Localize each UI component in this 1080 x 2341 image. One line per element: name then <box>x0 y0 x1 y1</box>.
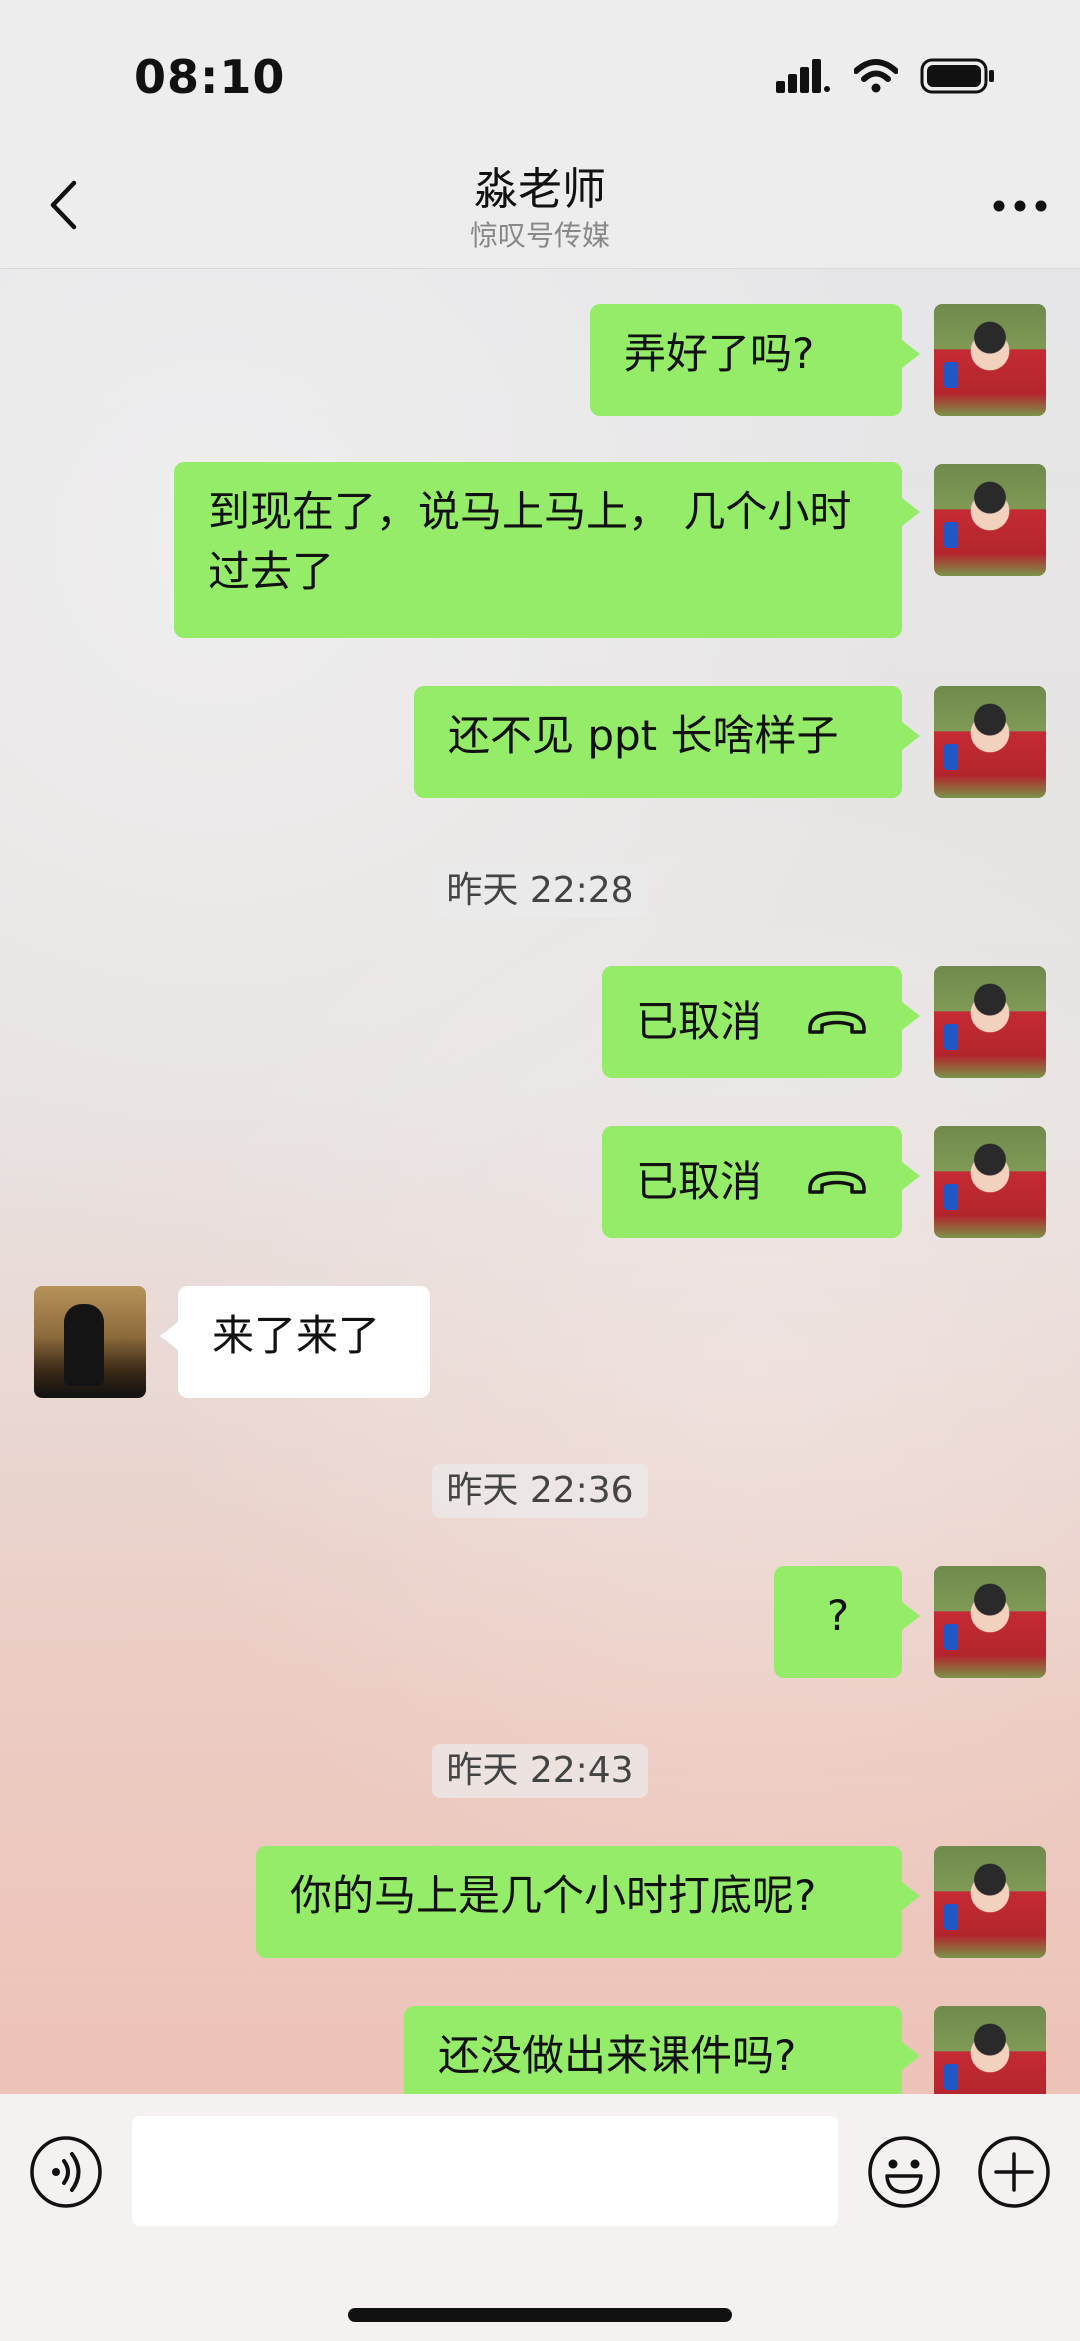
my-avatar[interactable] <box>934 966 1046 1078</box>
message-bubble[interactable]: 你的马上是几个小时打底呢? <box>256 1846 920 1958</box>
chat-area[interactable]: 弄好了吗? 到现在了，说马上马上， 几个小时过去了 还不见 ppt 长啥样子 昨… <box>0 268 1080 2094</box>
timestamp: 昨天 22:43 <box>0 1744 1080 1798</box>
more-functions-button[interactable] <box>976 2134 1052 2210</box>
more-icon <box>993 200 1047 212</box>
voice-button[interactable] <box>28 2134 104 2210</box>
call-record-bubble[interactable]: 已取消 <box>602 966 920 1078</box>
top-bar: 08:10 淼老师 惊叹号传媒 <box>0 0 1080 269</box>
call-record-bubble[interactable]: 已取消 <box>602 1126 920 1238</box>
message-text: 还没做出来课件吗? <box>438 2031 797 2080</box>
home-indicator[interactable] <box>348 2308 732 2322</box>
call-status-text: 已取消 <box>636 997 763 1046</box>
message-input[interactable] <box>132 2116 838 2226</box>
contact-avatar[interactable] <box>34 1286 146 1398</box>
message-bubble[interactable]: 还没做出来课件吗? <box>404 2006 920 2094</box>
my-avatar[interactable] <box>934 2006 1046 2094</box>
message-text: 你的马上是几个小时打底呢? <box>290 1871 817 1920</box>
my-avatar[interactable] <box>934 304 1046 416</box>
voice-icon <box>30 2136 102 2208</box>
chevron-left-icon <box>50 180 77 230</box>
battery-icon <box>920 58 994 94</box>
message-bubble[interactable]: 弄好了吗? <box>590 304 920 416</box>
phone-hangup-icon <box>808 1171 866 1194</box>
my-avatar[interactable] <box>934 686 1046 798</box>
more-button[interactable] <box>990 186 1050 226</box>
back-button[interactable] <box>38 170 88 240</box>
plus-icon <box>978 2136 1050 2208</box>
status-icons <box>776 58 996 94</box>
wifi-icon <box>854 59 898 93</box>
my-avatar[interactable] <box>934 1566 1046 1678</box>
timestamp-text: 昨天 22:36 <box>432 1464 648 1518</box>
emoji-icon <box>868 2136 940 2208</box>
call-status-text: 已取消 <box>636 1157 763 1206</box>
my-avatar[interactable] <box>934 1846 1046 1958</box>
phone-hangup-icon <box>808 1011 866 1034</box>
message-bubble[interactable]: 还不见 ppt 长啥样子 <box>414 686 920 798</box>
signal-icon <box>776 59 830 93</box>
contact-name: 淼老师 <box>474 164 606 215</box>
message-bubble[interactable]: 到现在了，说马上马上， 几个小时过去了 <box>174 462 920 638</box>
status-time: 08:10 <box>134 50 286 104</box>
timestamp: 昨天 22:36 <box>0 1464 1080 1518</box>
chat-title[interactable]: 淼老师 惊叹号传媒 <box>240 162 840 254</box>
emoji-button[interactable] <box>866 2134 942 2210</box>
message-text: 还不见 ppt 长啥样子 <box>448 711 839 760</box>
timestamp: 昨天 22:28 <box>0 864 1080 918</box>
timestamp-text: 昨天 22:28 <box>432 864 648 918</box>
my-avatar[interactable] <box>934 1126 1046 1238</box>
contact-org: 惊叹号传媒 <box>469 219 610 252</box>
message-text: 到现在了，说马上马上， 几个小时过去了 <box>208 487 852 596</box>
timestamp-text: 昨天 22:43 <box>432 1744 648 1798</box>
message-text: 弄好了吗? <box>624 329 815 378</box>
message-text: 来了来了 <box>212 1311 381 1360</box>
message-bubble[interactable]: ? <box>774 1566 920 1678</box>
message-bubble[interactable]: 来了来了 <box>160 1286 430 1398</box>
input-bar <box>0 2094 1080 2341</box>
message-text: ? <box>826 1591 850 1640</box>
my-avatar[interactable] <box>934 464 1046 576</box>
